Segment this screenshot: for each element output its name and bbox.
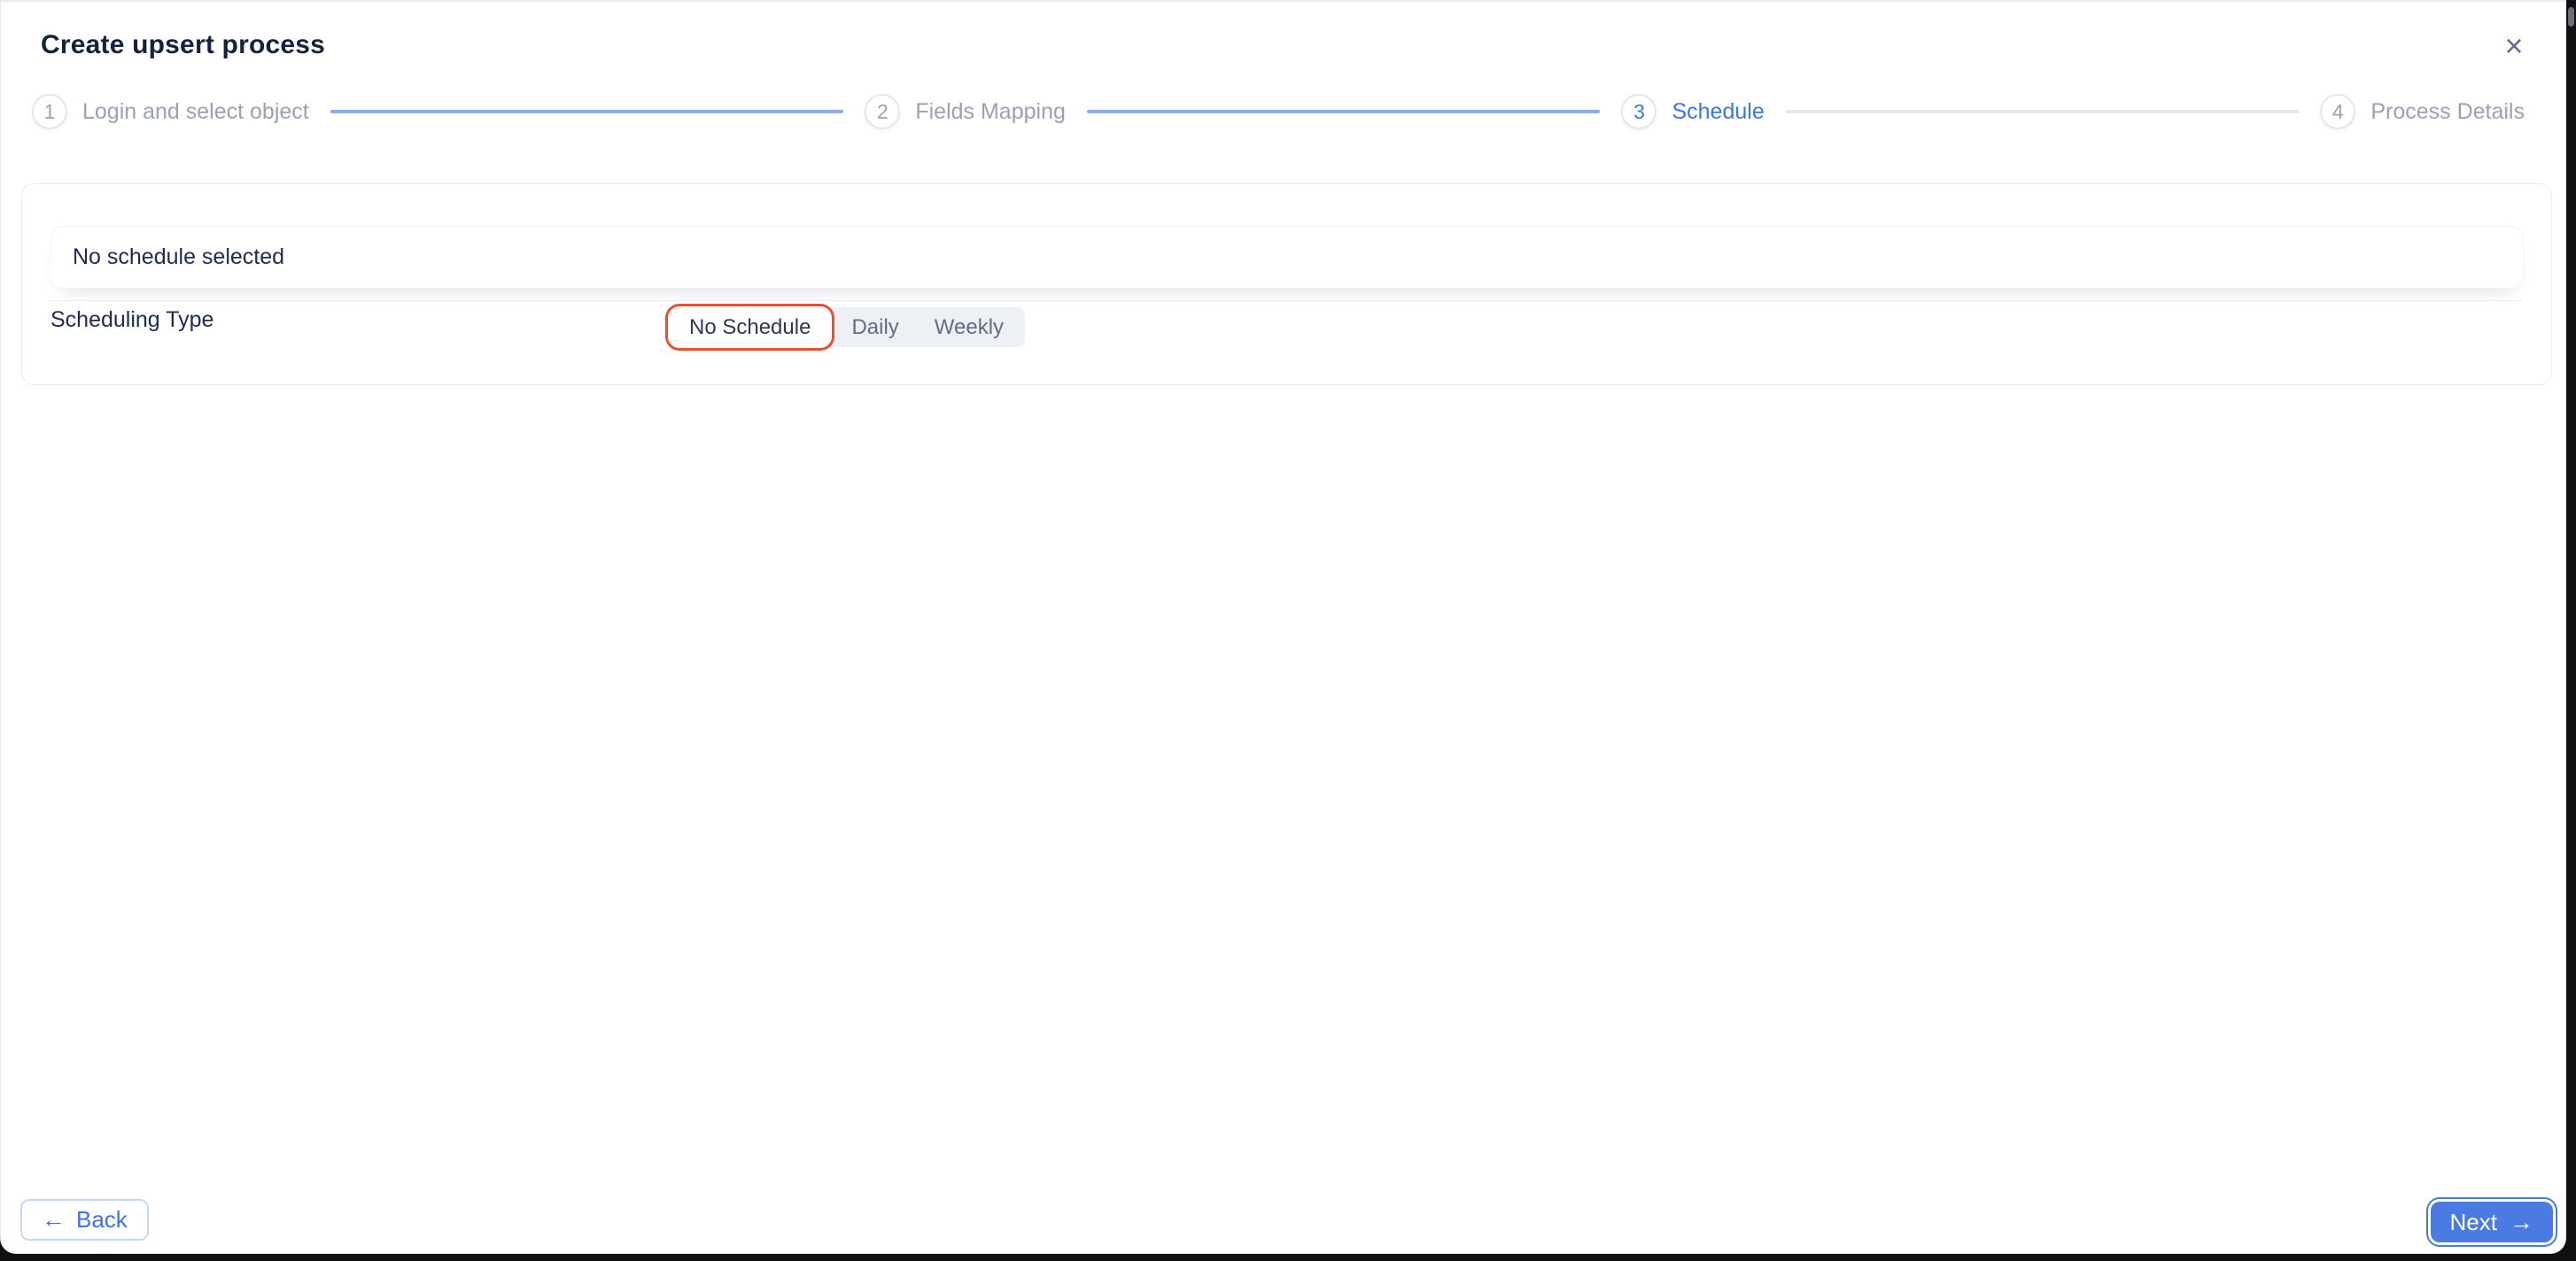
- option-weekly[interactable]: Weekly: [917, 307, 1021, 347]
- stepper-connector: [330, 110, 844, 113]
- scheduling-type-segmented-control: No Schedule Daily Weekly: [668, 307, 1026, 347]
- page-title: Create upsert process: [41, 30, 326, 59]
- divider: [50, 300, 2523, 301]
- option-daily[interactable]: Daily: [834, 307, 916, 347]
- create-upsert-process-dialog: Create upsert process × 1 Login and sele…: [0, 0, 2566, 1254]
- stepper-connector: [1086, 110, 1601, 113]
- step-label: Schedule: [1672, 98, 1765, 124]
- schedule-summary-box: No schedule selected: [50, 226, 2524, 289]
- next-button[interactable]: Next →: [2430, 1202, 2553, 1242]
- schedule-summary-text: No schedule selected: [73, 244, 285, 269]
- arrow-right-icon: →: [2510, 1208, 2533, 1235]
- step-label: Login and select object: [82, 98, 309, 124]
- step-fields-mapping[interactable]: 2 Fields Mapping: [865, 94, 1066, 129]
- step-number-badge: 3: [1621, 94, 1657, 129]
- step-schedule[interactable]: 3 Schedule: [1621, 94, 1765, 129]
- stepper-connector: [1785, 110, 2300, 113]
- step-label: Process Details: [2370, 98, 2525, 124]
- back-button[interactable]: ← Back: [20, 1199, 149, 1241]
- next-button-label: Next: [2449, 1208, 2497, 1235]
- scheduling-type-label: Scheduling Type: [50, 307, 214, 332]
- option-no-schedule[interactable]: No Schedule: [671, 310, 829, 344]
- step-number-badge: 2: [865, 94, 901, 129]
- step-process-details[interactable]: 4 Process Details: [2320, 94, 2525, 129]
- arrow-left-icon: ←: [42, 1206, 66, 1233]
- back-button-label: Back: [76, 1206, 128, 1233]
- step-number-badge: 1: [32, 94, 67, 129]
- close-button[interactable]: ×: [2491, 23, 2537, 69]
- wizard-stepper: 1 Login and select object 2 Fields Mappi…: [1, 94, 2556, 129]
- step-label: Fields Mapping: [915, 98, 1066, 124]
- close-icon: ×: [2504, 27, 2524, 64]
- step-login-and-select-object[interactable]: 1 Login and select object: [32, 94, 309, 129]
- step-number-badge: 4: [2320, 94, 2356, 129]
- schedule-panel: No schedule selected Scheduling Type No …: [21, 183, 2552, 385]
- scrollbar[interactable]: [2568, 7, 2574, 27]
